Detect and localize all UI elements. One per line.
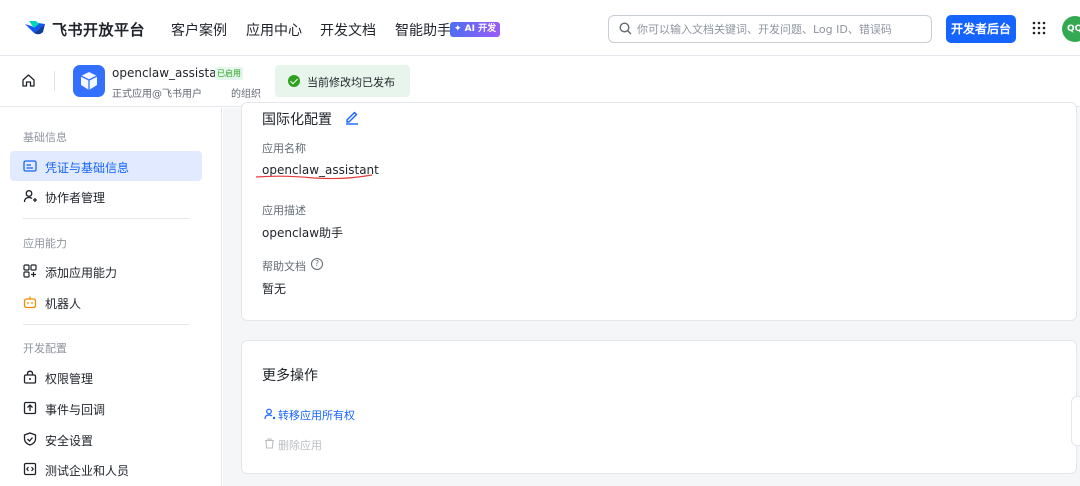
app-org: 的组织 (231, 89, 261, 100)
sidebar-item-label: 凭证与基础信息 (45, 161, 130, 175)
app-name: openclaw_assistant (112, 66, 229, 80)
status-badge: 已启用 (215, 67, 243, 80)
trash-icon (265, 438, 274, 449)
nav-customer-cases[interactable]: 客户案例 (171, 20, 227, 40)
developer-console-button[interactable]: 开发者后台 (946, 15, 1016, 43)
lock-icon (23, 370, 37, 384)
sidebar-item-credentials[interactable]: 凭证与基础信息 (10, 151, 202, 181)
sidebar-item-collaborators[interactable]: 协作者管理 (10, 181, 202, 211)
help-question-icon[interactable]: ? (311, 258, 323, 270)
sidebar-item-security[interactable]: 安全设置 (10, 424, 202, 454)
search-input[interactable] (637, 20, 927, 38)
sidebar-item-permissions[interactable]: 权限管理 (10, 362, 202, 392)
brand-title[interactable]: 飞书开放平台 (52, 19, 145, 40)
search-icon (619, 22, 632, 35)
user-transfer-icon (264, 408, 276, 420)
shield-icon (23, 432, 37, 446)
robot-icon (23, 296, 37, 309)
app-type: 正式应用@飞书用户 (112, 89, 202, 100)
check-circle-icon (288, 75, 300, 87)
user-avatar[interactable]: QQ (1062, 16, 1080, 42)
publish-status-notice: 当前修改均已发布 (275, 65, 410, 97)
transfer-ownership-label: 转移应用所有权 (278, 409, 355, 422)
nav-smart-assistant[interactable]: 智能助手 (395, 20, 451, 40)
app-grid-icon[interactable] (1032, 21, 1046, 35)
edit-icon[interactable] (344, 109, 360, 125)
field-value-app-desc: openclaw助手 (262, 226, 344, 240)
more-actions-card: 更多操作 转移应用所有权 删除应用 (241, 340, 1077, 474)
field-label-help-doc: 帮助文档 (262, 260, 306, 273)
app-cube-icon (73, 65, 105, 97)
sidebar-item-robot[interactable]: 机器人 (10, 287, 202, 317)
nav-dev-docs[interactable]: 开发文档 (320, 20, 376, 40)
feishu-logo-icon[interactable] (24, 18, 46, 38)
app-header-bar: openclaw_assistant 已启用 正式应用@飞书用户 的组织 当前修… (0, 57, 1080, 107)
field-label-app-name: 应用名称 (262, 142, 306, 155)
field-value-help-doc: 暂无 (262, 282, 287, 296)
sidebar-item-add-capability[interactable]: 添加应用能力 (10, 256, 202, 286)
top-navigation: 飞书开放平台 客户案例 应用中心 开发文档 智能助手 ✦ AI 开发 开发者后台… (0, 0, 1080, 56)
sidebar-item-label: 机器人 (45, 297, 82, 311)
delete-app-label: 删除应用 (278, 439, 322, 452)
search-box[interactable] (608, 15, 932, 43)
sidebar-item-label: 协作者管理 (45, 191, 106, 205)
sidebar-divider (23, 218, 189, 219)
sidebar-item-test-org[interactable]: 测试企业和人员 (10, 454, 202, 484)
sidebar-group-capabilities: 应用能力 (23, 237, 67, 250)
sidebar-item-label: 添加应用能力 (45, 266, 118, 280)
sidebar-item-label: 权限管理 (45, 372, 94, 386)
sidebar-item-label: 测试企业和人员 (45, 464, 130, 478)
main-content: 国际化配置 应用名称 openclaw_assistant 应用描述 openc… (223, 102, 1080, 486)
ai-dev-badge[interactable]: ✦ AI 开发 (450, 22, 501, 37)
floating-side-tab[interactable] (1071, 396, 1080, 446)
card-title: 国际化配置 (262, 112, 332, 128)
sidebar-group-basic: 基础信息 (23, 131, 67, 144)
event-icon (23, 401, 37, 415)
sidebar-group-dev-config: 开发配置 (23, 342, 67, 355)
sidebar-item-label: 事件与回调 (45, 403, 106, 417)
divider (54, 71, 55, 91)
sidebar-item-label: 安全设置 (45, 434, 94, 448)
handwritten-underline (255, 174, 373, 180)
credential-icon (23, 160, 37, 172)
user-add-icon (23, 190, 37, 203)
code-icon (23, 462, 37, 476)
apps-add-icon (23, 264, 37, 278)
sidebar: 基础信息 凭证与基础信息 协作者管理 应用能力 添加应用能力 机器人 开发配置 … (0, 108, 222, 486)
sidebar-item-events[interactable]: 事件与回调 (10, 393, 202, 423)
sidebar-divider (23, 324, 189, 325)
home-icon[interactable] (21, 73, 36, 88)
i18n-config-card: 国际化配置 应用名称 openclaw_assistant 应用描述 openc… (241, 102, 1077, 321)
nav-app-center[interactable]: 应用中心 (246, 20, 302, 40)
field-label-app-desc: 应用描述 (262, 204, 306, 217)
publish-status-text: 当前修改均已发布 (307, 76, 395, 89)
card-title: 更多操作 (262, 368, 318, 384)
